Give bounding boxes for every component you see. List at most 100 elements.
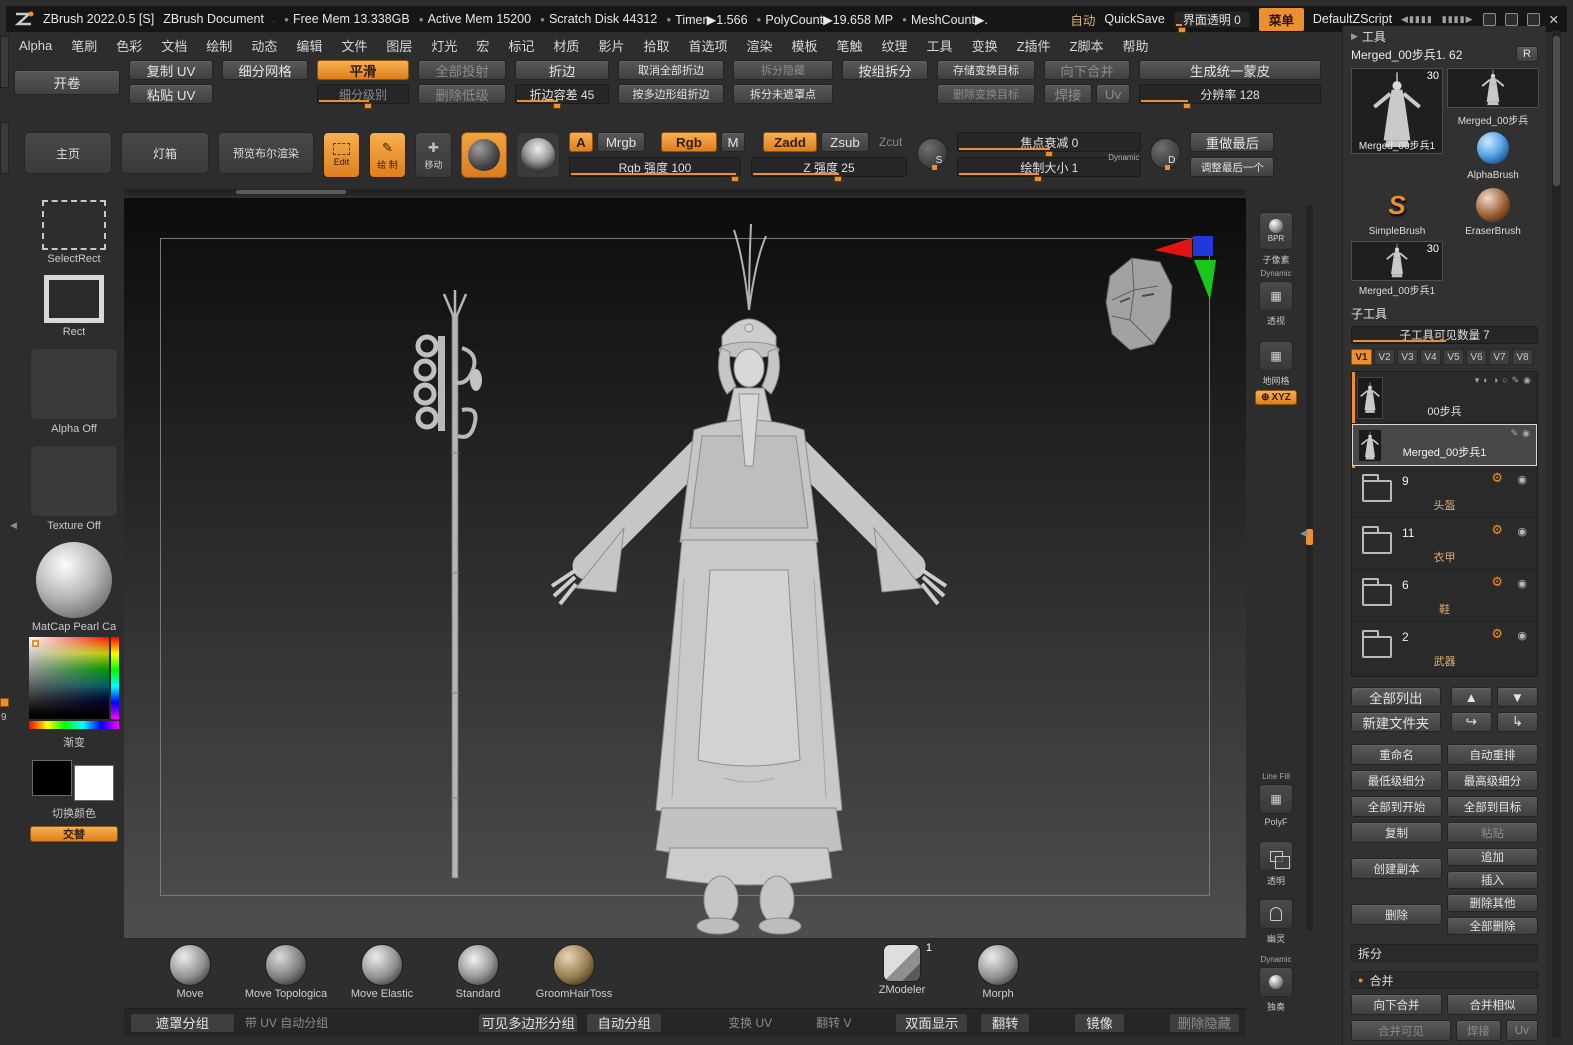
menu-layer[interactable]: 图层 [377,34,421,57]
window-icon-3[interactable] [1526,12,1540,26]
subtool-section-title[interactable]: 子工具 [1351,305,1538,322]
smooth-button[interactable]: 平滑 [317,60,409,80]
caret-down-icon[interactable]: ▾ [1475,375,1480,386]
quicksave-button[interactable]: QuickSave [1104,12,1164,26]
select-rect-icon[interactable] [42,200,106,250]
uncrease-all-button[interactable]: 取消全部折边 [618,60,724,80]
eye-icon[interactable]: ◉ [1517,525,1527,538]
brush-morph[interactable]: Morph [950,944,1046,1000]
menu-transform[interactable]: 变换 [963,34,1007,57]
brush-standard[interactable]: Standard [430,944,526,1000]
color-picker[interactable] [29,637,119,729]
menu-preferences[interactable]: 首选项 [679,34,736,57]
delete-lower-button[interactable]: 删除低级 [418,84,506,104]
highest-subdiv-button[interactable]: 最高级细分 [1447,770,1538,791]
eye-icon[interactable]: ◉ [1517,629,1527,642]
viewport-3d[interactable] [124,198,1246,938]
window-icon-2[interactable] [1504,12,1518,26]
current-material-button[interactable] [461,132,507,178]
menu-macro[interactable]: 宏 [467,34,498,57]
left-tray-stub-2[interactable] [0,122,9,174]
subtool-tab-v3[interactable]: V3 [1397,349,1418,365]
menu-stencil[interactable]: 模板 [783,34,827,57]
alternate-button[interactable]: 交替 [30,826,118,842]
subtool-tab-v8[interactable]: V8 [1512,349,1533,365]
rgb-button[interactable]: Rgb [661,132,717,152]
list-all-button[interactable]: 全部列出 [1351,687,1441,707]
merge-section-header[interactable]: ● 合并 [1351,971,1538,989]
menu-tool[interactable]: 工具 [918,34,962,57]
tray-scroll-left-icon[interactable]: ◀▮▮▮▮ [1401,14,1433,25]
rename-button[interactable]: 重命名 [1351,744,1442,765]
focal-shift-slider[interactable]: 焦点衰减 0 [957,132,1142,157]
unified-skin-button[interactable]: 生成统一蒙皮 [1139,60,1321,80]
menu-edit[interactable]: 编辑 [287,34,331,57]
auto-reorder-button[interactable]: 自动重排 [1447,744,1538,765]
solo-button[interactable] [1259,967,1293,997]
gear-icon[interactable]: ⚙ [1491,626,1503,642]
circle-icon[interactable]: ○ [1502,375,1507,386]
transform-uv-button[interactable]: 变换 UV [728,1014,772,1031]
zsub-button[interactable]: Zsub [821,132,869,152]
mrgb-button[interactable]: Mrgb [597,132,645,152]
subtool-tab-v7[interactable]: V7 [1489,349,1510,365]
subtool-row-selected[interactable]: ✎ ◉ Merged_00步兵1 [1352,424,1537,466]
color-picker-square[interactable] [29,637,109,719]
half-left-icon[interactable]: ◐ [1483,375,1488,386]
floor-axis-button[interactable]: ⊕ XYZ [1255,390,1297,405]
split-unmasked-button[interactable]: 拆分未遮罩点 [733,84,833,104]
eye-icon[interactable]: ◉ [1517,473,1527,486]
ui-opacity-slider[interactable]: 界面透明 0 [1173,10,1250,33]
main-color-swatch[interactable] [32,760,72,796]
move-mode-button[interactable]: ✚ 移动 [415,132,452,178]
uv-auto-groups-button[interactable]: 带 UV 自动分组 [245,1014,328,1031]
subtool-visible-count-slider[interactable]: 子工具可见数量 7 [1351,326,1538,344]
texture-off-button[interactable] [30,445,118,517]
right-tray-collapse-icon[interactable]: ◀ [1300,528,1307,539]
transparency-button[interactable] [1259,841,1293,871]
close-icon[interactable]: ✕ [1549,12,1559,27]
preview-boolean-button[interactable]: 预览布尔渲染 [218,132,314,174]
menu-help[interactable]: 帮助 [1113,34,1157,57]
canvas-vscrollbar[interactable] [1306,205,1313,931]
move-out-folder-button[interactable]: ↪ [1450,712,1492,732]
panel-scrollbar[interactable] [1552,30,1561,1038]
menu-document[interactable]: 文档 [152,34,196,57]
tool-thumb-eraserbrush[interactable] [1447,185,1539,225]
brush-move[interactable]: Move [142,944,238,1000]
menu-material[interactable]: 材质 [544,34,588,57]
project-all-button[interactable]: 全部投射 [418,60,506,80]
subtool-tab-v4[interactable]: V4 [1420,349,1441,365]
adjust-last-button[interactable]: 调整最后一个 [1190,157,1275,177]
stroke-dial-icon[interactable]: S [917,138,949,170]
new-folder-button[interactable]: 新建文件夹 [1351,712,1441,732]
subtool-folder-shoes[interactable]: 6 ⚙ ◉ 鞋 [1352,570,1537,622]
paste-uv-button[interactable]: 粘贴 UV [129,84,213,104]
delete-hidden-button[interactable]: 删除隐藏 [1168,1012,1240,1033]
menu-button[interactable]: 菜单 [1258,7,1304,31]
stat-timer[interactable]: ● Timer▶1.566 [666,12,747,27]
menu-zscript[interactable]: Z脚本 [1061,34,1113,57]
alpha-off-button[interactable] [30,348,118,420]
insert-button[interactable]: 插入 [1447,871,1538,889]
mirror-button[interactable]: 镜像 [1074,1012,1125,1033]
crease-button[interactable]: 折边 [515,60,609,80]
eye-icon[interactable]: ◉ [1517,577,1527,590]
weld-subtool-button[interactable]: 焊接 [1456,1020,1501,1041]
menu-stroke[interactable]: 笔触 [828,34,872,57]
zadd-button[interactable]: Zadd [763,132,817,152]
spix-label[interactable]: 子像素 [1262,253,1289,266]
weld-button[interactable]: 焊接 [1044,84,1092,104]
left-edge-swatch[interactable] [0,698,9,707]
unwrap-button[interactable]: 开卷 [14,70,120,95]
menu-zplugin[interactable]: Z插件 [1008,34,1060,57]
color-a-button[interactable]: A [569,132,593,152]
split-section-header[interactable]: 拆分 [1351,944,1538,962]
stroke-rect-icon[interactable] [44,275,104,323]
left-tray-stub-1[interactable] [0,36,9,88]
eye-icon[interactable]: ◉ [1523,375,1531,386]
redo-last-button[interactable]: 重做最后 [1190,132,1275,152]
uv-button[interactable]: Uv [1096,84,1130,104]
menu-picker[interactable]: 拾取 [634,34,678,57]
copy-subtool-button[interactable]: 复制 [1351,822,1442,843]
